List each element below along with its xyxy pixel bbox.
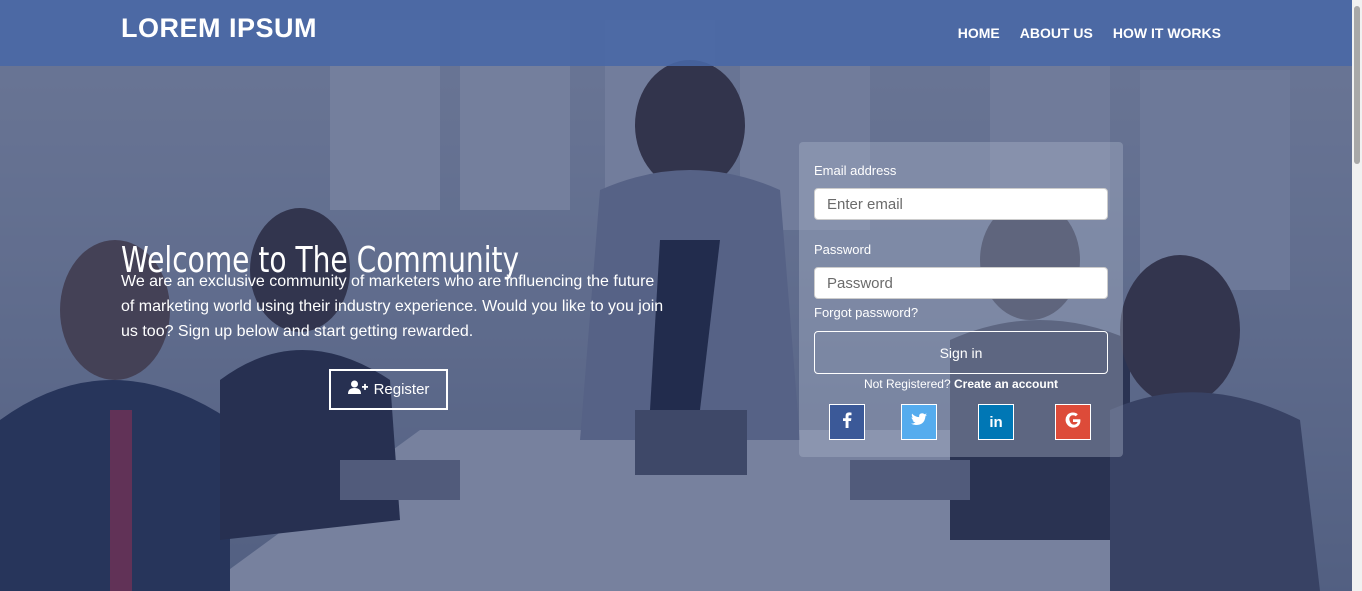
google-icon (1065, 412, 1081, 433)
sign-in-button[interactable]: Sign in (814, 331, 1108, 374)
user-plus-icon (347, 380, 368, 399)
brand-logo[interactable]: LOREM IPSUM (121, 13, 317, 44)
linkedin-icon: in (989, 413, 1003, 431)
nav-item-home[interactable]: HOME (958, 25, 1000, 41)
google-button[interactable] (1055, 404, 1091, 440)
password-label: Password (814, 242, 872, 257)
linkedin-button[interactable]: in (978, 404, 1014, 440)
register-label: Register (373, 381, 430, 398)
create-account-link[interactable]: Create an account (954, 377, 1058, 391)
facebook-button[interactable] (829, 404, 865, 440)
nav-item-how-it-works[interactable]: HOW IT WORKS (1113, 25, 1221, 41)
navbar: LOREM IPSUM HOME ABOUT US HOW IT WORKS (0, 0, 1352, 66)
register-button[interactable]: Register (329, 369, 448, 410)
page-scrollbar[interactable] (1352, 0, 1362, 591)
scrollbar-thumb[interactable] (1354, 6, 1360, 164)
password-input[interactable] (814, 267, 1108, 299)
email-label: Email address (814, 163, 897, 178)
register-prompt: Not Registered? Create an account (799, 377, 1123, 391)
nav-links: HOME ABOUT US HOW IT WORKS (958, 25, 1221, 41)
forgot-password-link[interactable]: Forgot password? (814, 305, 918, 320)
email-input[interactable] (814, 188, 1108, 220)
not-registered-text: Not Registered? (863, 377, 951, 391)
twitter-button[interactable] (901, 404, 937, 440)
login-card: Email address Password Forgot password? … (799, 142, 1123, 457)
facebook-icon (842, 411, 852, 433)
nav-item-about-us[interactable]: ABOUT US (1020, 25, 1093, 41)
twitter-icon (911, 412, 927, 432)
hero-description: We are an exclusive community of markete… (121, 273, 664, 340)
